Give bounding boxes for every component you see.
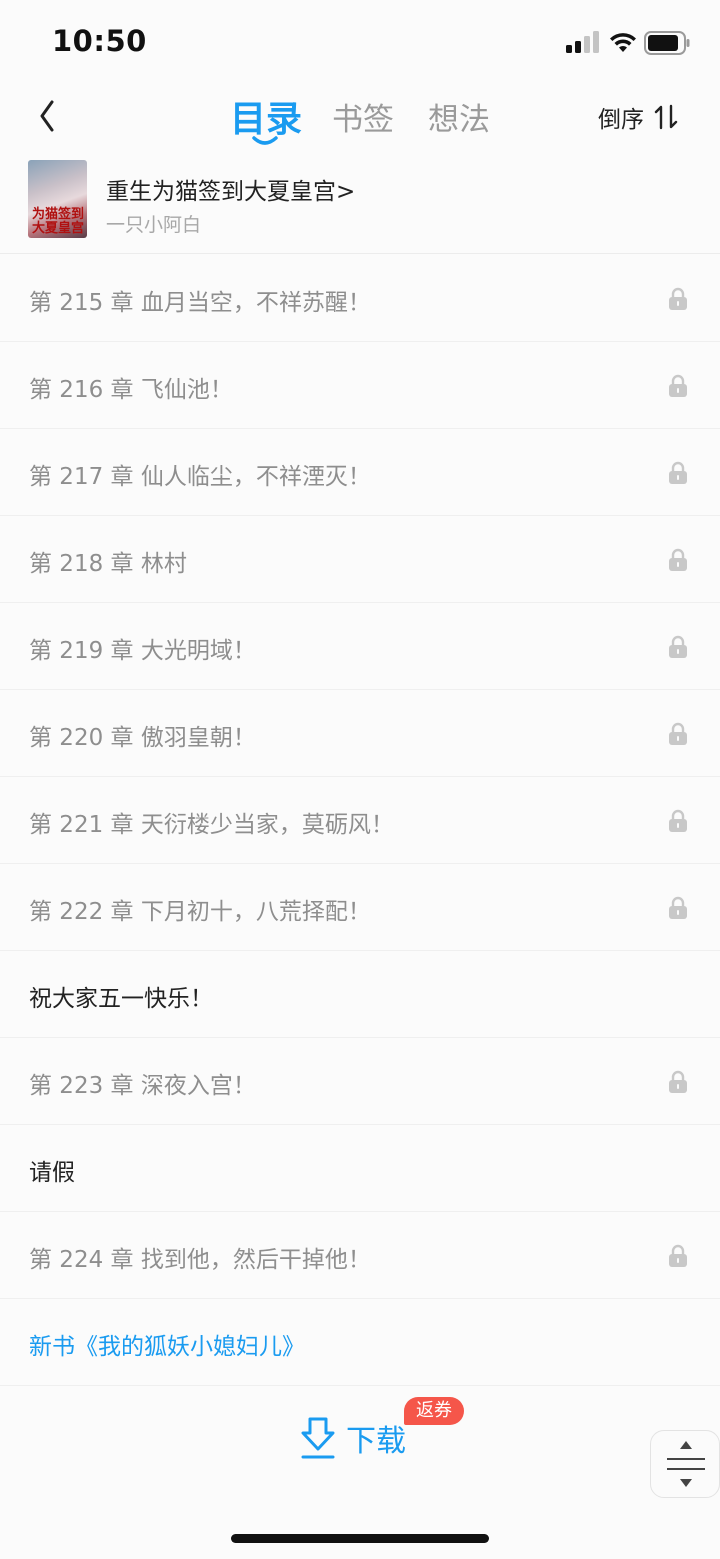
chapter-title: 第 220 章 傲羽皇朝！ <box>29 725 256 751</box>
chapter-title: 请假 <box>29 1160 75 1186</box>
lock-icon <box>669 548 687 571</box>
chapter-row[interactable]: 祝大家五一快乐！ <box>0 951 720 1038</box>
status-bar: 10:50 <box>0 0 720 88</box>
chapter-title: 第 217 章 仙人临尘，不祥湮灭！ <box>29 464 371 490</box>
active-tab-indicator <box>252 136 278 145</box>
chapter-title: 第 222 章 下月初十，八荒择配！ <box>29 899 371 925</box>
back-chevron-icon[interactable] <box>30 96 66 136</box>
chapter-title: 祝大家五一快乐！ <box>29 986 213 1012</box>
lock-icon <box>669 461 687 484</box>
chapter-row[interactable]: 第 219 章 大光明域！ <box>0 603 720 690</box>
status-time: 10:50 <box>52 24 147 58</box>
sort-order-label: 倒序 <box>598 107 644 133</box>
sort-order-toggle[interactable]: 倒序 <box>598 100 678 134</box>
download-button[interactable]: 下载 <box>300 1413 406 1463</box>
coupon-badge: 返券 <box>404 1397 464 1425</box>
lock-icon <box>669 722 687 745</box>
chapter-row[interactable]: 第 215 章 血月当空，不祥苏醒！ <box>0 255 720 342</box>
top-nav-bar: 目录 书签 想法 倒序 <box>0 88 720 154</box>
wifi-icon <box>610 33 636 52</box>
chapter-title: 第 216 章 飞仙池！ <box>29 377 233 403</box>
book-cover-image: 为猫签到大夏皇宫 <box>28 160 87 238</box>
cellular-signal-icon <box>566 31 599 53</box>
download-icon <box>301 1417 335 1459</box>
download-label: 下载 <box>346 1424 406 1459</box>
chapter-row[interactable]: 第 218 章 林村 <box>0 516 720 603</box>
chapter-title: 第 221 章 天衍楼少当家，莫砺风！ <box>29 812 394 838</box>
tab-thoughts[interactable]: 想法 <box>428 94 490 139</box>
chapter-title: 第 215 章 血月当空，不祥苏醒！ <box>29 290 371 316</box>
book-info-header[interactable]: 为猫签到大夏皇宫 重生为猫签到大夏皇宫> 一只小阿白 <box>0 156 720 254</box>
tab-bookmarks[interactable]: 书签 <box>332 94 394 139</box>
chapter-row[interactable]: 第 221 章 天衍楼少当家，莫砺风！ <box>0 777 720 864</box>
lock-icon <box>669 809 687 832</box>
lock-icon <box>669 635 687 658</box>
battery-icon <box>644 31 690 55</box>
home-indicator <box>231 1534 489 1543</box>
book-cover-text: 为猫签到大夏皇宫 <box>31 207 84 236</box>
lock-icon <box>669 896 687 919</box>
chapter-row[interactable]: 请假 <box>0 1125 720 1212</box>
chapter-row[interactable]: 第 216 章 飞仙池！ <box>0 342 720 429</box>
book-title-link[interactable]: 重生为猫签到大夏皇宫> <box>106 172 355 206</box>
scroll-position-button[interactable] <box>650 1430 720 1498</box>
book-author: 一只小阿白 <box>106 214 202 236</box>
chapter-title: 第 224 章 找到他，然后干掉他！ <box>29 1247 371 1273</box>
chapter-row[interactable]: 第 217 章 仙人临尘，不祥湮灭！ <box>0 429 720 516</box>
lock-icon <box>669 1244 687 1267</box>
scroll-jump-icon <box>667 1441 705 1487</box>
new-book-link-row[interactable]: 新书《我的狐妖小媳妇儿》 <box>0 1299 720 1386</box>
chapter-row[interactable]: 第 222 章 下月初十，八荒择配！ <box>0 864 720 951</box>
chapter-title: 第 223 章 深夜入宫！ <box>29 1073 256 1099</box>
tab-catalog[interactable]: 目录 <box>230 90 302 142</box>
lock-icon <box>669 1070 687 1093</box>
lock-icon <box>669 374 687 397</box>
chapter-row[interactable]: 第 223 章 深夜入宫！ <box>0 1038 720 1125</box>
new-book-link[interactable]: 新书《我的狐妖小媳妇儿》 <box>29 1327 305 1361</box>
lock-icon <box>669 287 687 310</box>
sort-arrows-icon <box>654 104 678 130</box>
chapter-title: 第 219 章 大光明域！ <box>29 638 256 664</box>
chapter-row[interactable]: 第 224 章 找到他，然后干掉他！ <box>0 1212 720 1299</box>
chapter-row[interactable]: 第 220 章 傲羽皇朝！ <box>0 690 720 777</box>
chapter-title: 第 218 章 林村 <box>29 551 187 577</box>
chapter-list: 第 215 章 血月当空，不祥苏醒！ 第 216 章 飞仙池！ 第 217 章 … <box>0 255 720 1386</box>
